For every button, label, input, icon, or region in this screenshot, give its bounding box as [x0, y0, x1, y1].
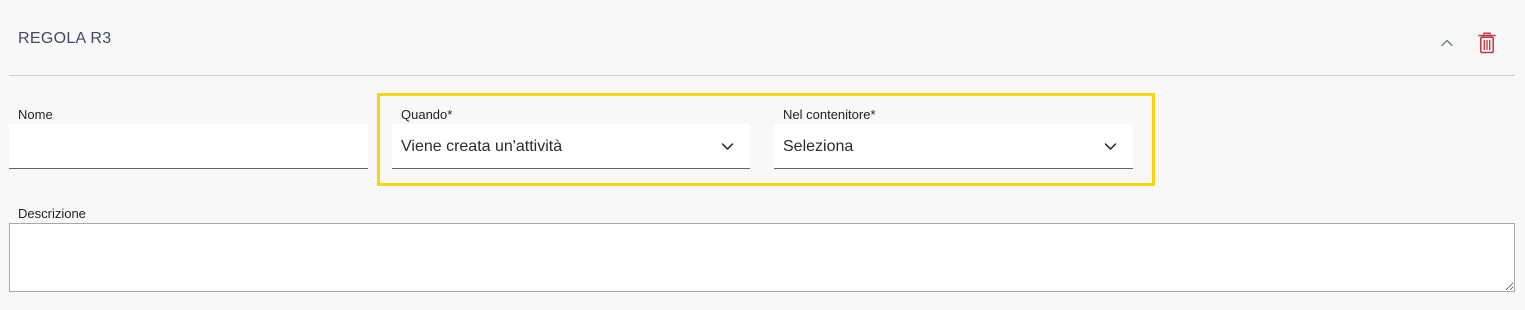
descrizione-label: Descrizione — [18, 206, 86, 221]
quando-selected-value: Viene creata un'attività — [401, 138, 563, 155]
nome-input[interactable] — [9, 124, 368, 169]
chevron-down-icon — [721, 143, 734, 150]
contenitore-selected-value: Seleziona — [783, 138, 854, 155]
rule-panel: REGOLA R3 Nome Quando* Viene creata un'a… — [0, 0, 1525, 310]
quando-label: Quando* — [401, 107, 453, 122]
nome-label: Nome — [18, 107, 53, 122]
chevron-down-icon — [1104, 143, 1117, 150]
collapse-button[interactable] — [1438, 34, 1456, 52]
delete-button[interactable] — [1477, 31, 1497, 55]
contenitore-select[interactable]: Seleziona — [774, 124, 1133, 169]
descrizione-textarea[interactable] — [9, 223, 1515, 292]
trash-icon — [1478, 32, 1496, 54]
quando-select[interactable]: Viene creata un'attività — [392, 124, 750, 169]
header-divider — [9, 75, 1515, 76]
chevron-up-icon — [1441, 39, 1453, 47]
rule-title: REGOLA R3 — [18, 30, 112, 47]
contenitore-label: Nel contenitore* — [783, 107, 876, 122]
